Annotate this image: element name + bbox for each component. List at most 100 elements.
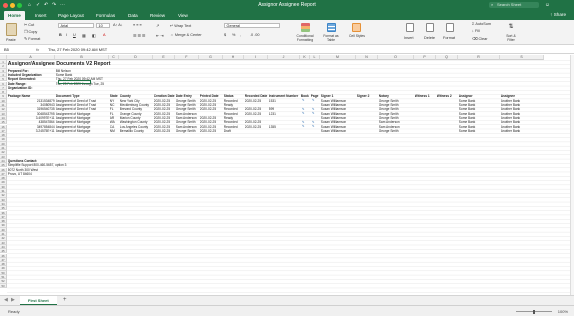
table-cell[interactable]: Susan Williamson: [321, 129, 356, 133]
fx-icon[interactable]: fx: [36, 47, 39, 52]
format-as-table-button[interactable]: Format as Table: [320, 34, 342, 42]
sort-filter-button[interactable]: Sort & Filter: [503, 34, 519, 42]
table-cell[interactable]: 2020-02-25: [154, 129, 175, 133]
copy-label: Copy: [28, 30, 38, 34]
table-cell[interactable]: Another Bank: [501, 129, 544, 133]
cell-styles-button[interactable]: Cell Styles: [348, 34, 366, 38]
tab-view[interactable]: View: [174, 11, 192, 20]
italic-button[interactable]: I: [66, 33, 67, 37]
clear-button[interactable]: ⌫ Clear: [472, 36, 488, 41]
table-cell[interactable]: Bernalillo County: [120, 129, 153, 133]
fill-color-icon[interactable]: ◧: [92, 33, 96, 38]
zoom-slider-thumb[interactable]: [533, 309, 535, 314]
font-size-select[interactable]: 10: [96, 23, 110, 28]
table-cell[interactable]: 1355: [269, 125, 300, 129]
paste-button[interactable]: Paste: [6, 38, 16, 42]
insert-cells-button[interactable]: Insert: [404, 36, 414, 40]
merge-center-button[interactable]: ⇔ Merge & Center: [170, 33, 202, 37]
table-cell[interactable]: 2020-02-25: [245, 112, 268, 116]
insert-cells-icon[interactable]: [406, 23, 414, 32]
tab-home[interactable]: Home: [4, 11, 25, 20]
table-cell[interactable]: George Smith: [379, 129, 414, 133]
table-cell[interactable]: 2020-02-25: [245, 125, 268, 129]
book-link-icon[interactable]: ✎: [302, 112, 305, 115]
format-as-table-icon[interactable]: [327, 23, 336, 32]
selected-cell[interactable]: [58, 79, 91, 85]
tab-insert[interactable]: Insert: [31, 11, 51, 20]
cell-styles-icon[interactable]: [352, 23, 361, 32]
paste-icon[interactable]: [6, 23, 17, 36]
next-sheet-icon[interactable]: ▶: [11, 297, 15, 303]
sheet-tab-first-sheet[interactable]: First Sheet: [20, 296, 57, 305]
conditional-formatting-icon[interactable]: [301, 23, 310, 32]
zoom-slider[interactable]: [516, 309, 552, 314]
delete-cells-icon[interactable]: [426, 23, 434, 32]
search-input[interactable]: ⌕ Search Sheet: [489, 2, 539, 8]
delete-cells-button[interactable]: Delete: [424, 36, 435, 40]
report-heading[interactable]: Assignor/Assignee Documents V2 Report: [8, 61, 199, 67]
table-header-cell[interactable]: Witness 2: [437, 94, 458, 98]
table-cell[interactable]: 3.24575E+11: [8, 129, 55, 133]
formula-input[interactable]: Thu, 27 Feb 2020 09:42 AM MST: [48, 47, 107, 53]
worksheet-grid[interactable]: ABCDEFGHIJKLMNOPQRS 1 2 3 4 5 6 7 8 9 10 11 12 13 14 1…: [0, 55, 574, 295]
table-cell[interactable]: Draft: [224, 129, 244, 133]
tab-review[interactable]: Review: [146, 11, 169, 20]
zoom-level[interactable]: 100%: [558, 309, 568, 314]
tab-formulas[interactable]: Formulas: [92, 11, 119, 20]
format-painter-button[interactable]: ✎ Format: [24, 36, 40, 41]
decimal-icon[interactable]: .0 .00: [250, 33, 260, 37]
report-meta-label[interactable]: Organization ID:: [8, 86, 55, 90]
table-cell[interactable]: 2020-02-25: [200, 129, 223, 133]
page-link-icon[interactable]: ✎: [312, 125, 315, 128]
align-top-icon[interactable]: ≡ ≡ ≡: [133, 23, 142, 27]
currency-button[interactable]: $: [224, 33, 226, 37]
sort-filter-icon[interactable]: ⇅: [507, 23, 515, 32]
number-format-select[interactable]: General: [224, 23, 280, 28]
vertical-scrollbar[interactable]: [570, 55, 574, 295]
page-link-icon[interactable]: ✎: [312, 99, 315, 102]
tab-data[interactable]: Data: [124, 11, 142, 20]
share-button[interactable]: ↑ Share: [550, 12, 566, 17]
bold-button[interactable]: B: [59, 33, 62, 37]
autosum-button[interactable]: Σ AutoSum: [472, 22, 491, 26]
add-sheet-button[interactable]: +: [63, 297, 67, 303]
contact-line[interactable]: Provo, UT 84604: [8, 172, 109, 176]
name-box[interactable]: B5: [2, 47, 24, 53]
copy-button[interactable]: ❐ Copy: [24, 29, 37, 34]
format-cells-button[interactable]: Format: [443, 36, 455, 40]
report-meta-value[interactable]: [56, 86, 119, 90]
row-header-53[interactable]: 53: [0, 283, 7, 288]
align-left-icon[interactable]: ☰ ☰ ☰: [133, 33, 145, 38]
wrap-text-button[interactable]: ↵ Wrap Text: [170, 23, 191, 28]
font-color-button[interactable]: A: [103, 33, 106, 37]
table-header-cell[interactable]: Witness 1: [415, 94, 436, 98]
indent-icon[interactable]: ⇤ ⇥: [156, 33, 163, 38]
user-icon[interactable]: ☺: [545, 2, 550, 8]
font-grow-button[interactable]: A↑ A↓: [113, 23, 123, 27]
comma-button[interactable]: ,: [240, 33, 241, 37]
table-cell[interactable]: 1531: [269, 99, 300, 103]
table-cell[interactable]: 1231: [269, 112, 300, 116]
tab-page-layout[interactable]: Page Layout: [54, 11, 88, 20]
table-cell[interactable]: NM: [110, 129, 119, 133]
book-link-icon[interactable]: ✎: [302, 99, 305, 102]
font-name-select[interactable]: Arial: [58, 23, 94, 28]
orientation-icon[interactable]: ↗: [156, 23, 159, 28]
previous-sheet-icon[interactable]: ◀: [4, 297, 8, 303]
underline-button[interactable]: U: [73, 33, 76, 37]
table-cell[interactable]: 2020-02-25: [245, 99, 268, 103]
conditional-formatting-button[interactable]: Conditional Formatting: [293, 34, 317, 42]
page-link-icon[interactable]: ✎: [312, 112, 315, 115]
table-cell[interactable]: Some Bank: [459, 129, 500, 133]
table-cell[interactable]: 2020-02-25: [200, 107, 223, 111]
fill-button[interactable]: ↓ Fill: [472, 29, 480, 33]
borders-icon[interactable]: ▦: [82, 33, 86, 38]
cut-button[interactable]: ✂ Cut: [24, 22, 34, 27]
table-cell[interactable]: Assignment of Mortgage: [56, 129, 109, 133]
percent-button[interactable]: %: [232, 33, 235, 37]
book-link-icon[interactable]: ✎: [302, 125, 305, 128]
table-header-cell[interactable]: Signer 2: [357, 94, 378, 98]
table-cell[interactable]: George Smith: [176, 129, 199, 133]
format-cells-icon[interactable]: [446, 23, 454, 32]
ribbon-tabs: Home Insert Page Layout Formulas Data Re…: [0, 10, 574, 20]
